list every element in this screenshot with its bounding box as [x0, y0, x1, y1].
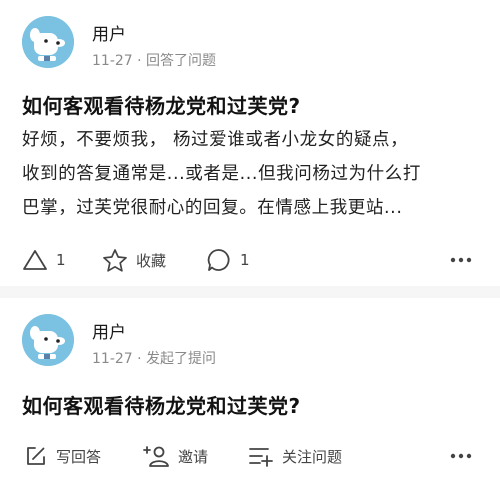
post-date: 11-27: [92, 351, 133, 367]
excerpt-line: 收到的答复通常是...或者是...但我问杨过为什么打: [22, 164, 421, 184]
post-action: 发起了提问: [146, 351, 217, 367]
edit-icon: [27, 447, 45, 465]
more-button[interactable]: [450, 440, 472, 472]
favorite-label: 收藏: [136, 251, 167, 270]
feed-card-answer[interactable]: 用户 11-27 · 回答了问题 如何客观看待杨龙党和过芙党? 好烦，不要烦我，…: [0, 0, 500, 286]
answer-excerpt[interactable]: 好烦，不要烦我， 杨过爱谁或者小龙女的疑点， 收到的答复通常是...或者是...…: [22, 123, 478, 225]
avatar[interactable]: [22, 314, 74, 366]
follow-list-icon: [249, 448, 273, 467]
question-title[interactable]: 如何客观看待杨龙党和过芙党?: [22, 390, 301, 419]
more-button[interactable]: [450, 244, 472, 276]
write-answer-button[interactable]: 写回答: [24, 440, 101, 472]
star-icon: [103, 248, 127, 272]
invite-button[interactable]: 邀请: [142, 440, 208, 472]
feed-card-question[interactable]: 用户 11-27 · 发起了提问 如何客观看待杨龙党和过芙党? 写回答 邀请 关…: [0, 298, 500, 486]
meta-separator: ·: [137, 351, 142, 367]
user-name[interactable]: 用户: [92, 318, 126, 343]
excerpt-line: 巴掌，过芙党很耐心的回复。在情感上我更站...: [22, 198, 403, 218]
follow-question-button[interactable]: 关注问题: [248, 440, 342, 472]
meta-separator: ·: [137, 53, 142, 69]
excerpt-line: 好烦，不要烦我， 杨过爱谁或者小龙女的疑点，: [22, 130, 409, 150]
post-meta: 11-27 · 回答了问题: [92, 50, 216, 70]
action-bar: 写回答 邀请 关注问题: [0, 440, 500, 472]
upvote-icon: [23, 250, 47, 270]
comment-button[interactable]: 1: [206, 244, 250, 276]
more-icon: [450, 453, 472, 459]
more-icon: [450, 257, 472, 263]
upvote-button[interactable]: 1: [22, 244, 66, 276]
dog-avatar-icon: [22, 16, 74, 68]
dog-avatar-icon: [22, 314, 74, 366]
question-title[interactable]: 如何客观看待杨龙党和过芙党?: [22, 90, 301, 119]
upvote-count: 1: [56, 251, 66, 269]
user-name[interactable]: 用户: [92, 20, 126, 45]
write-answer-label: 写回答: [56, 447, 102, 466]
post-date: 11-27: [92, 53, 133, 69]
post-action: 回答了问题: [146, 53, 217, 69]
comment-count: 1: [240, 251, 250, 269]
avatar[interactable]: [22, 16, 74, 68]
action-bar: 1 收藏 1: [0, 244, 500, 276]
invite-label: 邀请: [178, 447, 209, 466]
follow-question-label: 关注问题: [282, 447, 343, 466]
post-meta: 11-27 · 发起了提问: [92, 348, 216, 368]
comment-icon: [207, 249, 230, 271]
add-user-icon: [143, 446, 169, 467]
favorite-button[interactable]: 收藏: [102, 244, 166, 276]
